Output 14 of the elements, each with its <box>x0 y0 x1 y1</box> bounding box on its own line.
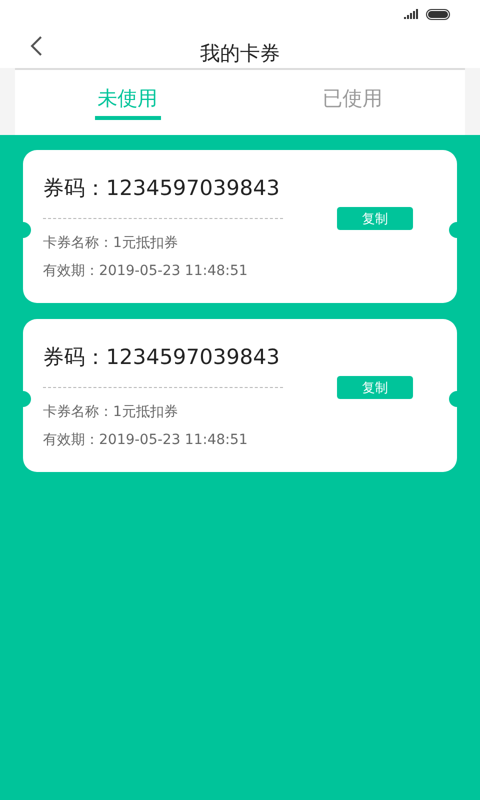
expiry-date: 有效期：2019-05-23 11:48:51 <box>43 431 249 450</box>
tab[interactable]: 已使用 <box>240 70 465 135</box>
battery-icon <box>426 8 450 20</box>
coupon-name: 卡券名称：1元抵扣券 <box>43 403 179 422</box>
coupon-name: 卡券名称：1元抵扣券 <box>43 234 179 253</box>
copy-button[interactable]: 复制 <box>337 376 413 399</box>
expiry-date: 有效期：2019-05-23 11:48:51 <box>43 262 249 281</box>
tab[interactable]: 未使用 <box>15 70 240 135</box>
page-title: 我的卡券 <box>200 40 280 66</box>
back-icon <box>30 36 42 56</box>
coupon-code: 券码：1234597039843 <box>43 344 281 371</box>
coupon-code: 券码：1234597039843 <box>43 175 281 202</box>
copy-button[interactable]: 复制 <box>337 207 413 230</box>
signal-icon <box>404 9 418 19</box>
